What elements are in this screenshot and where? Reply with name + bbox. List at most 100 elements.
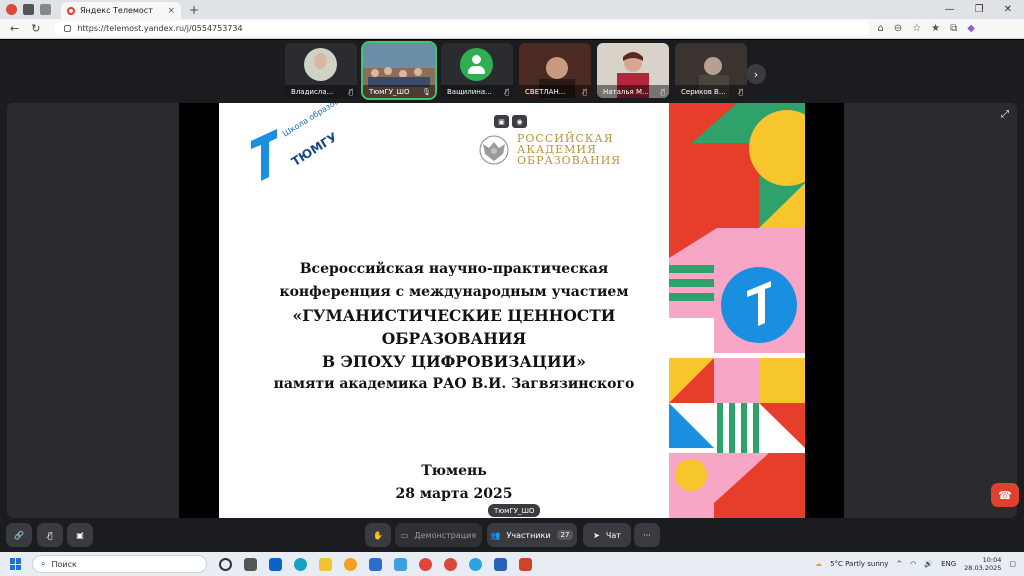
photos-icon[interactable] [394, 557, 407, 571]
new-tab-button[interactable]: + [189, 3, 199, 17]
tab-close-icon[interactable]: × [167, 6, 175, 16]
tab-title: Яндекс Телемост [80, 6, 153, 15]
participants-next-button[interactable]: › [746, 64, 766, 84]
powerpoint-icon[interactable] [519, 557, 532, 571]
copilot-app-icon[interactable] [219, 557, 232, 571]
copy-link-button[interactable]: 🔗 [6, 523, 32, 547]
mic-off-icon: 🎙̸ [47, 530, 53, 540]
conf-line: «ГУМАНИСТИЧЕСКИЕ ЦЕННОСТИ [292, 306, 616, 325]
participant-avatar [304, 48, 337, 81]
people-icon: 👥 [490, 530, 501, 540]
meeting-toolbar: 🔗 🎙̸ ▣̸ ✋ ▭ Демонстрация 👥 Участники 27 … [0, 518, 1024, 552]
volume-icon[interactable]: 🔊 [924, 560, 933, 568]
screen-share-label: Демонстрация [414, 530, 477, 540]
mic-toggle-button[interactable]: 🎙̸ [37, 523, 63, 547]
browser-toolbar-icons: ⌂ ⊖ ☆ ★ ⧉ ◆ [869, 23, 975, 34]
browser-icon[interactable] [444, 557, 457, 571]
more-button[interactable]: ··· [634, 523, 660, 547]
camera-off-icon: ▣̸ [76, 530, 84, 540]
search-placeholder: Поиск [51, 559, 77, 569]
rao-line: ОБРАЗОВАНИЯ [517, 154, 622, 167]
participant-tile[interactable]: Ващилина... 🎙̸ [441, 43, 513, 98]
tray-chevron-icon[interactable]: ^ [896, 560, 902, 568]
conf-line: конференция с международным участием [279, 284, 629, 300]
camera-toggle-button[interactable]: ▣̸ [67, 523, 93, 547]
raise-hand-button[interactable]: ✋ [365, 523, 391, 547]
participant-name: Наталья М... [603, 87, 649, 96]
clock-time: 10:04 [982, 556, 1002, 564]
rao-logo: РОССИЙСКАЯ АКАДЕМИЯ ОБРАЗОВАНИЯ [477, 133, 621, 166]
yandex-icon[interactable] [344, 557, 357, 571]
conference-title: Всероссийская научно-практическая конфер… [239, 258, 669, 396]
tab-actions-icon[interactable] [40, 4, 51, 15]
back-button[interactable]: ← [10, 22, 19, 35]
mic-off-icon: 🎙̸ [738, 87, 743, 96]
conf-date: 28 марта 2025 [395, 486, 513, 502]
screen-share-icon: ▭ [400, 530, 409, 540]
workspace-icon[interactable] [23, 4, 34, 15]
participant-tile[interactable]: СВЕТЛАН... 🎙̸ [519, 43, 591, 98]
url-text: https://telemost.yandex.ru/j/0554753734 [77, 24, 243, 33]
conf-city: Тюмень [421, 463, 487, 479]
copilot-icon[interactable]: ◆ [967, 23, 975, 34]
participants-count: 27 [556, 530, 574, 540]
search-icon: ⌕ [41, 559, 46, 568]
leave-call-button[interactable]: ☎ [991, 483, 1019, 507]
collections-icon[interactable]: ⧉ [950, 23, 957, 34]
nav-buttons: ← ↻ [0, 22, 40, 35]
recording-icon [67, 6, 75, 15]
minimize-button[interactable]: — [945, 4, 955, 15]
browser-tab-telemost[interactable]: Яндекс Телемост × [61, 2, 181, 19]
screen-view-icon[interactable]: ◉ [512, 115, 527, 128]
notifications-icon[interactable]: ▢ [1009, 560, 1016, 568]
site-info-icon[interactable] [64, 25, 72, 32]
file-explorer-icon[interactable] [319, 557, 332, 571]
system-tray: ☁ 5°C Partly sunny ^ ◠ 🔊 ENG 10:04 28.03… [815, 556, 1024, 572]
decorative-pattern [669, 103, 805, 518]
taskbar-search[interactable]: ⌕ Поиск [32, 555, 207, 573]
participants-button[interactable]: 👥 Участники 27 [487, 523, 577, 547]
conf-line: ОБРАЗОВАНИЯ [381, 329, 527, 348]
reload-button[interactable]: ↻ [31, 22, 40, 35]
window-controls: — ❐ ✕ [945, 4, 1024, 15]
participant-name: ТюмГУ_ШО [369, 87, 410, 96]
favorite-star-icon[interactable]: ☆ [912, 23, 921, 34]
participant-avatar [460, 48, 493, 81]
participant-tile[interactable]: Сериков В... 🎙̸ [675, 43, 747, 98]
pip-icon[interactable]: ▣ [494, 115, 509, 128]
outlook-icon[interactable] [269, 557, 282, 571]
participant-tile-active[interactable]: ТюмГУ_ШО 🎙 [361, 41, 437, 100]
participant-tile[interactable]: Владисла... 🎙̸ [285, 43, 357, 98]
conf-line: В ЭПОХУ ЦИФРОВИЗАЦИИ» [322, 352, 586, 371]
chrome-icon[interactable] [419, 557, 432, 571]
close-window-button[interactable]: ✕ [1004, 4, 1012, 15]
profile-icon[interactable] [6, 4, 17, 15]
conference-place-date: Тюмень 28 марта 2025 [239, 460, 669, 506]
wifi-icon[interactable]: ◠ [910, 560, 916, 568]
browser-app-icons [0, 4, 51, 15]
screen-sharer-label: ТюмГУ_ШО [488, 504, 541, 517]
cast-icon[interactable]: ⌂ [877, 23, 883, 34]
weather-icon[interactable]: ☁ [815, 560, 822, 568]
start-icon[interactable] [10, 558, 22, 570]
weather-text[interactable]: 5°C Partly sunny [830, 560, 888, 568]
word-icon[interactable] [494, 557, 507, 571]
participant-name: Владисла... [291, 87, 334, 96]
windows-taskbar: ⌕ Поиск ☁ 5°C Partly sunny ^ ◠ 🔊 ENG 10:… [0, 552, 1024, 576]
zoom-icon[interactable]: ⊖ [894, 23, 902, 34]
participant-name: СВЕТЛАН... [525, 87, 566, 96]
url-field[interactable]: https://telemost.yandex.ru/j/0554753734 [54, 21, 870, 36]
chat-label: Чат [605, 530, 621, 540]
telegram-icon[interactable] [469, 557, 482, 571]
fullscreen-icon[interactable]: ⤢ [1001, 109, 1009, 120]
favorites-icon[interactable]: ★ [931, 23, 940, 34]
mail-icon[interactable] [369, 557, 382, 571]
task-view-icon[interactable] [244, 557, 257, 571]
language-indicator[interactable]: ENG [941, 560, 956, 568]
chat-button[interactable]: ➤ Чат [583, 523, 631, 547]
clock[interactable]: 10:04 28.03.2025 [964, 556, 1001, 572]
participant-tile[interactable]: Наталья М... 🎙̸ [597, 43, 669, 98]
edge-icon[interactable] [294, 557, 307, 571]
screen-share-button[interactable]: ▭ Демонстрация [395, 523, 482, 547]
maximize-button[interactable]: ❐ [975, 4, 984, 15]
